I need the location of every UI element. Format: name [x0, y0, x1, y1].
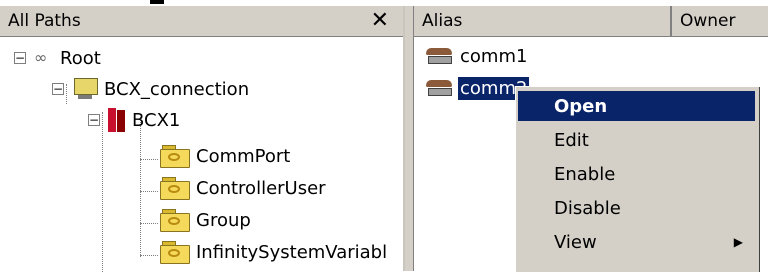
- submenu-arrow-icon: ▶: [733, 235, 743, 249]
- tree-item-bcx1[interactable]: − BCX1: [88, 105, 180, 135]
- menu-item-disable[interactable]: Disable: [518, 193, 755, 223]
- tree-item-controlleruser[interactable]: ControllerUser: [160, 173, 326, 203]
- monitor-icon: [72, 78, 98, 100]
- tree-connector: [140, 223, 158, 224]
- close-icon[interactable]: ✕: [371, 8, 389, 33]
- menu-item-label: View: [554, 231, 597, 253]
- tree-item-label: BCX_connection: [104, 78, 250, 100]
- tree-item-group[interactable]: Group: [160, 205, 251, 235]
- column-header-alias[interactable]: Alias: [414, 6, 672, 36]
- folder-icon: [160, 145, 190, 168]
- tree-item-bcx-connection[interactable]: − BCX_connection: [52, 74, 249, 104]
- menu-item-edit[interactable]: Edit: [518, 125, 755, 155]
- tree-item-infinitysystemvariable[interactable]: InfinitySystemVariabl: [160, 237, 387, 267]
- tree-connector: [140, 159, 158, 160]
- tree-connector: [140, 255, 158, 256]
- port-icon: [424, 46, 456, 66]
- alias-list-header: Alias Owner: [414, 6, 768, 37]
- folder-icon: [160, 209, 190, 232]
- tree-item-label: ControllerUser: [196, 177, 326, 199]
- tree-connector: [140, 117, 141, 257]
- tree-item-label: CommPort: [196, 145, 291, 167]
- menu-item-enable[interactable]: Enable: [518, 159, 755, 189]
- controller-icon: [108, 108, 126, 132]
- panel-title: All Paths: [8, 11, 81, 31]
- folder-icon: [160, 177, 190, 200]
- tree-item-root[interactable]: − ∞ Root: [14, 43, 101, 73]
- collapse-icon[interactable]: −: [14, 52, 26, 64]
- menu-item-open[interactable]: Open: [518, 91, 755, 121]
- folder-icon: [160, 241, 190, 264]
- column-header-owner[interactable]: Owner: [672, 6, 768, 36]
- cursor-mark: [150, 0, 164, 4]
- list-item[interactable]: comm1: [424, 43, 529, 69]
- alias-label: comm1: [460, 45, 528, 67]
- tree-connector: [140, 191, 158, 192]
- tree-item-label: InfinitySystemVariabl: [196, 241, 388, 263]
- tree-connector: [102, 112, 103, 272]
- all-paths-panel: All Paths ✕ − ∞ Root − BCX_connection − …: [0, 6, 405, 272]
- context-menu: Open Edit Enable Disable View ▶: [515, 86, 759, 272]
- list-item[interactable]: comm2: [424, 75, 530, 101]
- root-icon: ∞: [34, 48, 48, 67]
- collapse-icon[interactable]: −: [52, 83, 64, 95]
- all-paths-header: All Paths ✕: [0, 6, 403, 37]
- pane-splitter[interactable]: [405, 6, 413, 271]
- port-icon: [424, 78, 456, 98]
- tree-item-label: Root: [60, 47, 101, 69]
- collapse-icon[interactable]: −: [88, 114, 100, 126]
- menu-item-view[interactable]: View ▶: [518, 227, 755, 257]
- tree-item-commport[interactable]: CommPort: [160, 141, 290, 171]
- tree-item-label: BCX1: [132, 109, 181, 131]
- tree-item-label: Group: [196, 209, 251, 231]
